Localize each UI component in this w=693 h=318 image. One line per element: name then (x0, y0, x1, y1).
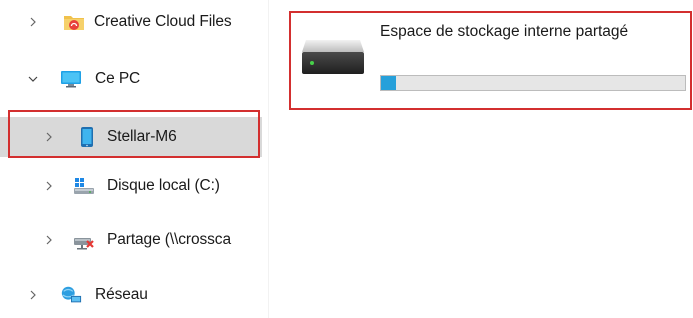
this-pc-icon (60, 69, 82, 89)
drive-name-label: Espace de stockage interne partagé (380, 23, 629, 40)
chevron-right-icon[interactable] (26, 15, 40, 29)
nav-item-creative-cloud-files[interactable]: Creative Cloud Files (0, 4, 262, 40)
chevron-down-icon[interactable] (26, 72, 40, 86)
nav-item-label: Disque local (C:) (107, 177, 220, 194)
nav-item-partage[interactable]: Partage (\\crossca (0, 222, 262, 258)
navigation-pane: Creative Cloud Files Ce PC Stellar-M6 Di… (0, 0, 262, 318)
creative-cloud-folder-icon (63, 12, 85, 32)
windows-drive-icon (73, 176, 95, 196)
nav-item-reseau[interactable]: Réseau (0, 277, 262, 313)
storage-drive-icon (300, 38, 366, 78)
chevron-right-icon[interactable] (42, 233, 56, 247)
chevron-right-icon[interactable] (26, 288, 40, 302)
chevron-right-icon[interactable] (42, 179, 56, 193)
nav-item-label: Creative Cloud Files (94, 13, 232, 30)
nav-item-disque-local[interactable]: Disque local (C:) (0, 168, 262, 204)
pane-divider (268, 0, 269, 318)
nav-item-label: Partage (\\crossca (107, 231, 231, 248)
storage-usage-bar (380, 75, 686, 91)
nav-item-ce-pc[interactable]: Ce PC (0, 61, 262, 97)
disconnected-network-drive-icon (73, 230, 95, 250)
nav-item-label: Réseau (95, 286, 148, 303)
nav-item-label: Ce PC (95, 70, 141, 87)
selection-highlight-box (8, 110, 260, 158)
storage-usage-bar-fill (381, 76, 397, 90)
network-icon (60, 285, 82, 305)
